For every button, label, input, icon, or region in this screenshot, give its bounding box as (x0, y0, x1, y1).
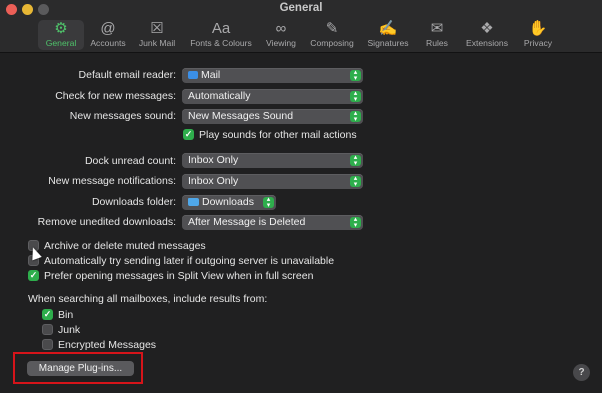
tab-junk-mail[interactable]: ☒ Junk Mail (136, 20, 178, 50)
check-new-messages-popup[interactable]: Automatically ▴ ▾ (182, 89, 363, 104)
tab-privacy[interactable]: ✋ Privacy (520, 20, 556, 50)
tab-signatures-label: Signatures (367, 38, 409, 48)
remove-unedited-downloads-popup[interactable]: After Message is Deleted ▴ ▾ (182, 215, 363, 230)
send-later-label: Automatically try sending later if outgo… (44, 255, 335, 267)
check-new-messages-value: Automatically (188, 90, 251, 102)
chevron-up-down-icon: ▴ ▾ (350, 69, 361, 81)
tab-general-label: General (45, 38, 77, 48)
compose-icon: ✎ (325, 20, 339, 37)
new-messages-sound-label: New messages sound: (69, 110, 176, 122)
chevron-up-down-icon: ▴ ▾ (350, 154, 361, 166)
tab-rules-label: Rules (426, 38, 448, 48)
chevron-up-down-icon: ▴ ▾ (263, 196, 274, 208)
tab-junk-mail-label: Junk Mail (138, 38, 176, 48)
split-view-label: Prefer opening messages in Split View wh… (44, 270, 314, 282)
new-messages-sound-value: New Messages Sound (188, 110, 294, 122)
default-email-reader-value: Mail (201, 69, 221, 81)
chevron-up-down-icon: ▴ ▾ (350, 110, 361, 122)
check-new-messages-label: Check for new messages: (55, 90, 176, 102)
default-email-reader-popup[interactable]: Mail ▴ ▾ (182, 68, 363, 83)
new-message-notifications-popup[interactable]: Inbox Only ▴ ▾ (182, 174, 363, 189)
help-button[interactable]: ? (573, 364, 590, 381)
tab-extensions-label: Extensions (465, 38, 509, 48)
tab-composing[interactable]: ✎ Composing (308, 20, 356, 50)
gear-icon: ⚙ (54, 20, 68, 37)
tab-viewing-label: Viewing (266, 38, 296, 48)
folder-icon (188, 198, 199, 206)
title-bar: General ⚙ General @ Accounts ☒ Junk Mail… (0, 0, 602, 53)
fonts-icon: Aa (211, 20, 231, 37)
archive-muted-label: Archive or delete muted messages (44, 240, 206, 252)
tab-accounts-label: Accounts (90, 38, 126, 48)
mail-app-icon (188, 71, 198, 79)
tab-privacy-label: Privacy (523, 38, 553, 48)
rules-icon: ✉ (430, 20, 444, 37)
split-view-checkbox[interactable]: ✓ (28, 270, 39, 281)
tab-composing-label: Composing (310, 38, 354, 48)
chevron-up-down-icon: ▴ ▾ (350, 175, 361, 187)
downloads-folder-value: Downloads (202, 196, 254, 208)
tab-rules[interactable]: ✉ Rules (422, 20, 452, 50)
tab-viewing[interactable]: ∞ Viewing (262, 20, 300, 50)
search-encrypted-label: Encrypted Messages (58, 339, 157, 351)
highlight-box (13, 352, 143, 384)
search-bin-checkbox[interactable]: ✓ (42, 309, 53, 320)
downloads-folder-label: Downloads folder: (91, 196, 176, 208)
search-bin-label: Bin (58, 309, 74, 321)
signature-icon: ✍ (378, 20, 398, 37)
new-messages-sound-popup[interactable]: New Messages Sound ▴ ▾ (182, 109, 363, 124)
play-sounds-label: Play sounds for other mail actions (199, 129, 357, 141)
hand-icon: ✋ (528, 20, 548, 37)
search-junk-checkbox[interactable] (42, 324, 53, 335)
remove-unedited-downloads-value: After Message is Deleted (188, 216, 306, 228)
junk-tray-icon: ☒ (150, 20, 164, 37)
at-icon: @ (100, 20, 116, 37)
search-section-label: When searching all mailboxes, include re… (28, 293, 268, 305)
dock-unread-count-popup[interactable]: Inbox Only ▴ ▾ (182, 153, 363, 168)
mail-settings-window: General ⚙ General @ Accounts ☒ Junk Mail… (0, 0, 602, 393)
tab-accounts[interactable]: @ Accounts (88, 20, 128, 50)
tab-fonts-colours[interactable]: Aa Fonts & Colours (186, 20, 256, 50)
puzzle-icon: ❖ (480, 20, 494, 37)
play-sounds-checkbox[interactable]: ✓ (183, 129, 194, 140)
new-message-notifications-label: New message notifications: (48, 175, 176, 187)
tab-fonts-colours-label: Fonts & Colours (190, 38, 252, 48)
tab-extensions[interactable]: ❖ Extensions (462, 20, 512, 50)
search-encrypted-checkbox[interactable] (42, 339, 53, 350)
dock-unread-count-label: Dock unread count: (84, 155, 176, 167)
window-title: General (279, 2, 323, 14)
search-junk-label: Junk (58, 324, 81, 336)
tab-general[interactable]: ⚙ General (38, 20, 84, 50)
downloads-folder-popup[interactable]: Downloads ▴ ▾ (182, 195, 276, 210)
tab-signatures[interactable]: ✍ Signatures (364, 20, 412, 50)
default-email-reader-label: Default email reader: (78, 69, 176, 81)
chevron-up-down-icon: ▴ ▾ (350, 90, 361, 102)
chevron-up-down-icon: ▴ ▾ (350, 216, 361, 228)
dock-unread-count-value: Inbox Only (188, 154, 239, 166)
remove-unedited-downloads-label: Remove unedited downloads: (37, 216, 176, 228)
new-message-notifications-value: Inbox Only (188, 175, 239, 187)
glasses-icon: ∞ (275, 20, 287, 37)
